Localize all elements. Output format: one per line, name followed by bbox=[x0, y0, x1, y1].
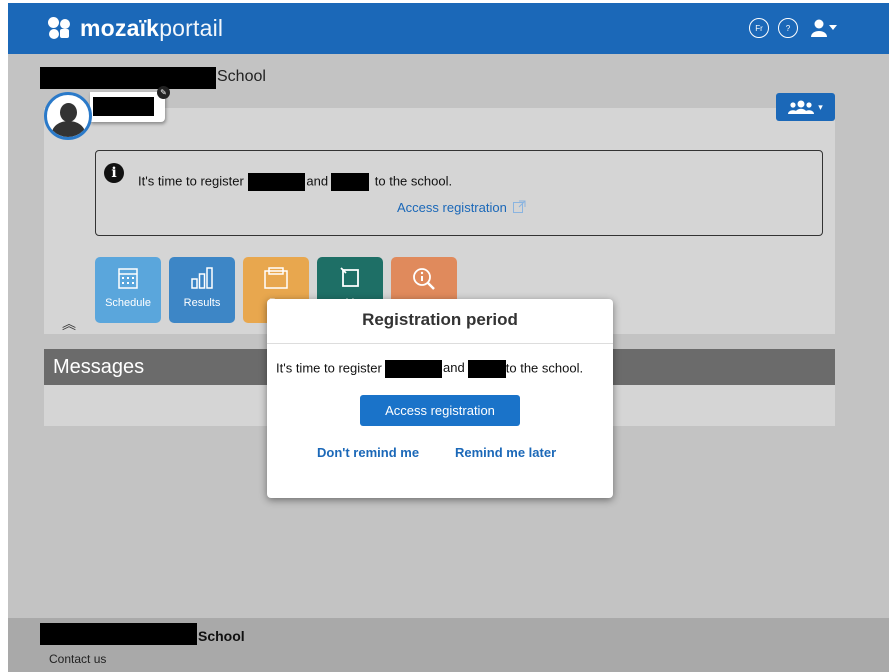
external-link-icon bbox=[513, 200, 526, 213]
logo-text: mozaïkportail bbox=[80, 14, 224, 41]
info-search-icon bbox=[391, 267, 457, 291]
folder-icon bbox=[243, 267, 309, 291]
dont-remind-me-link[interactable]: Don't remind me bbox=[317, 445, 419, 460]
tile-schedule[interactable]: Schedule bbox=[95, 257, 161, 323]
collapse-chevron-icon[interactable]: ︽ bbox=[62, 314, 76, 334]
tile-label: Schedule bbox=[105, 297, 151, 309]
logo-mark-icon bbox=[48, 17, 70, 39]
switch-student-icon[interactable]: ✎ bbox=[157, 86, 170, 99]
info-icon: i bbox=[104, 163, 124, 183]
remind-me-later-link[interactable]: Remind me later bbox=[455, 445, 556, 460]
caret-down-icon bbox=[829, 25, 837, 30]
registration-modal: Registration period It's time to registe… bbox=[267, 299, 613, 498]
language-button[interactable]: Fr bbox=[749, 18, 769, 38]
access-registration-button[interactable]: Access registration bbox=[360, 395, 520, 426]
redacted-student-name bbox=[93, 97, 154, 116]
registration-notice: i It's time to register and to the schoo… bbox=[95, 150, 823, 236]
top-bar: mozaïkportail Fr ? bbox=[8, 3, 889, 54]
top-icons: Fr ? bbox=[749, 18, 837, 38]
school-title: School bbox=[217, 68, 266, 85]
notice-text: It's time to register and to the school. bbox=[138, 173, 452, 191]
redacted-child-name bbox=[385, 360, 443, 378]
modal-title: Registration period bbox=[362, 310, 518, 329]
contact-us-link[interactable]: Contact us bbox=[49, 652, 106, 666]
avatar[interactable] bbox=[44, 92, 92, 140]
calendar-icon bbox=[95, 267, 161, 291]
note-icon bbox=[317, 267, 383, 291]
group-icon bbox=[788, 100, 815, 114]
redacted-footer-school-name bbox=[40, 623, 197, 645]
tile-label: Results bbox=[183, 297, 221, 309]
redacted-child-name bbox=[331, 173, 370, 191]
modal-divider bbox=[267, 343, 613, 344]
access-registration-link[interactable]: Access registration bbox=[397, 200, 526, 215]
footer-school-name: School bbox=[198, 628, 245, 644]
redacted-child-name bbox=[248, 173, 306, 191]
redacted-child-name bbox=[467, 360, 506, 378]
redacted-school-name bbox=[40, 67, 216, 89]
student-name-tab[interactable] bbox=[90, 92, 165, 122]
mozaik-logo[interactable]: mozaïkportail bbox=[48, 13, 223, 43]
caret-down-icon: ▾ bbox=[818, 101, 823, 112]
tile-results[interactable]: Results bbox=[169, 257, 235, 323]
user-icon bbox=[811, 19, 827, 37]
group-menu-button[interactable]: ▾ bbox=[776, 93, 835, 121]
user-menu-button[interactable] bbox=[811, 19, 837, 37]
bar-chart-icon bbox=[169, 267, 235, 291]
modal-text: It's time to register and to the school. bbox=[276, 360, 583, 378]
help-button[interactable]: ? bbox=[778, 18, 798, 38]
